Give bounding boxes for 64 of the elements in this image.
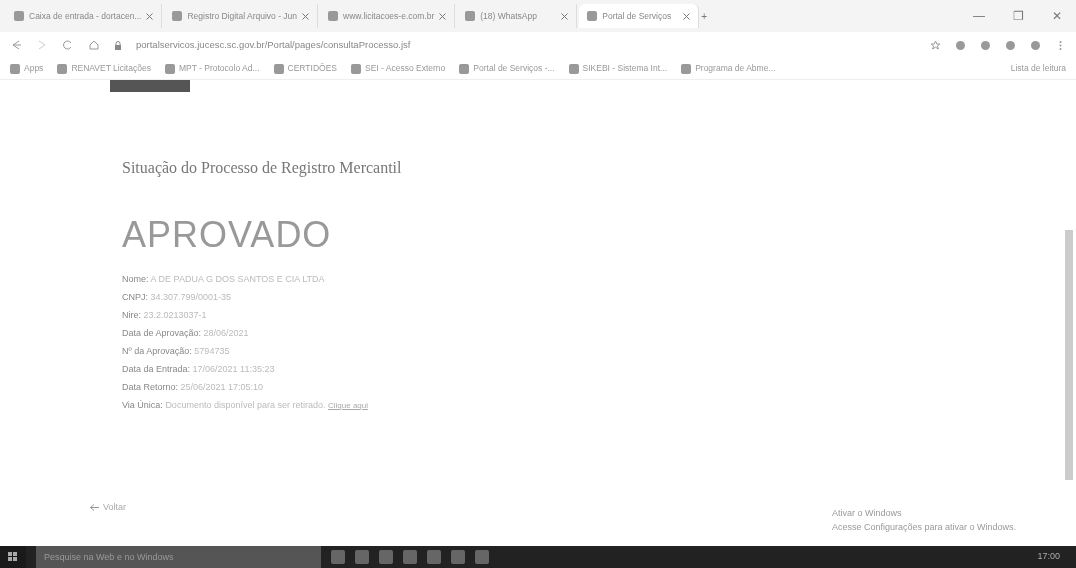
browser-tab[interactable]: (18) WhatsApp	[457, 4, 578, 28]
bookmark[interactable]: MPT - Protocolo Ad...	[164, 62, 260, 75]
close-icon[interactable]	[439, 12, 447, 20]
field-value: 25/06/2021 17:05:10	[180, 382, 264, 392]
address-bar[interactable]: portalservicos.jucesc.sc.gov.br/Portal/pages/consultaProcesso.jsf	[136, 37, 916, 53]
click-here-link[interactable]: Clique aqui	[328, 401, 368, 410]
close-icon[interactable]	[561, 12, 569, 20]
tab-favicon-icon	[587, 11, 598, 21]
start-button[interactable]	[0, 546, 26, 568]
field-label: Via Única:	[122, 400, 163, 410]
browser-tab[interactable]: Caixa de entrada - dortacen...	[6, 4, 163, 28]
tab-favicon-icon	[465, 11, 476, 21]
field-label: CNPJ:	[122, 292, 148, 302]
bookmark[interactable]: RENAVET Licitações	[57, 62, 151, 75]
bookmark[interactable]: Apps	[10, 62, 44, 75]
field-label: Nº da Aprovação:	[122, 346, 192, 356]
bookmark[interactable]: CERTIDÕES	[273, 62, 337, 75]
browser-tab[interactable]: www.licitacoes-e.com.br	[320, 4, 456, 28]
close-icon[interactable]	[146, 12, 154, 20]
bookmark[interactable]: Portal de Serviços -...	[459, 62, 555, 75]
field-label: Data de Aprovação:	[122, 328, 202, 338]
tab-title: www.licitacoes-e.com.br	[343, 9, 435, 23]
tab-title: Caixa de entrada - dortacen...	[29, 9, 142, 23]
field-label: Nire:	[122, 310, 141, 320]
field-value: 5794735	[194, 346, 230, 356]
activation-message: Acesse Configurações para ativar o Windows.	[831, 520, 1016, 534]
reload-icon[interactable]	[62, 39, 74, 51]
field-value: 23.2.0213037-1	[143, 310, 207, 320]
bookmark[interactable]: SIKEBI - Sistema Int...	[568, 62, 668, 75]
star-icon[interactable]	[930, 39, 941, 51]
back-arrow-icon	[90, 503, 99, 511]
back-arrow-icon[interactable]	[10, 39, 22, 51]
home-icon[interactable]	[88, 39, 100, 51]
tab-favicon-icon	[14, 11, 24, 21]
new-tab-button[interactable]: +	[701, 8, 708, 24]
browser-tab[interactable]: Portal de Serviços	[579, 4, 700, 28]
tab-title: (18) WhatsApp	[480, 9, 538, 23]
taskbar-clock: 17:00	[1037, 550, 1061, 564]
browser-tab[interactable]: Registro Digital Arquivo - Jun	[164, 4, 319, 28]
activation-title: Ativar o Windows	[831, 507, 903, 520]
field-label: Nome:	[122, 274, 149, 284]
window-control-button[interactable]: ✕	[1052, 7, 1062, 25]
field-value: 34.307.799/0001-35	[150, 292, 232, 302]
tab-favicon-icon	[172, 11, 183, 21]
back-link[interactable]: Voltar	[103, 500, 126, 514]
window-control-button[interactable]: —	[973, 7, 985, 25]
field-value: 17/06/2021 11:35:23	[192, 364, 275, 374]
field-label: Data Retorno:	[122, 382, 179, 392]
bookmark[interactable]: SEI - Acesso Externo	[351, 62, 446, 75]
reading-list-button[interactable]: Lista de leitura	[1010, 62, 1066, 75]
tab-favicon-icon	[328, 11, 339, 21]
bookmark[interactable]: Programa de Abme...	[681, 62, 776, 75]
scrollbar-thumb[interactable]	[1065, 230, 1073, 480]
close-icon[interactable]	[302, 12, 310, 20]
windows-logo-icon	[8, 552, 18, 562]
window-control-button[interactable]: ❐	[1013, 7, 1024, 25]
lock-icon	[114, 40, 122, 50]
field-label: Data da Entrada:	[122, 364, 191, 374]
field-value: 28/06/2021	[203, 328, 249, 338]
status-title: APROVADO	[122, 213, 333, 257]
tab-title: Portal de Serviços	[602, 9, 673, 23]
section-heading: Situação do Processo de Registro Mercantil	[122, 158, 403, 179]
close-icon[interactable]	[683, 12, 691, 20]
tab-title: Registro Digital Arquivo - Jun	[187, 9, 298, 23]
